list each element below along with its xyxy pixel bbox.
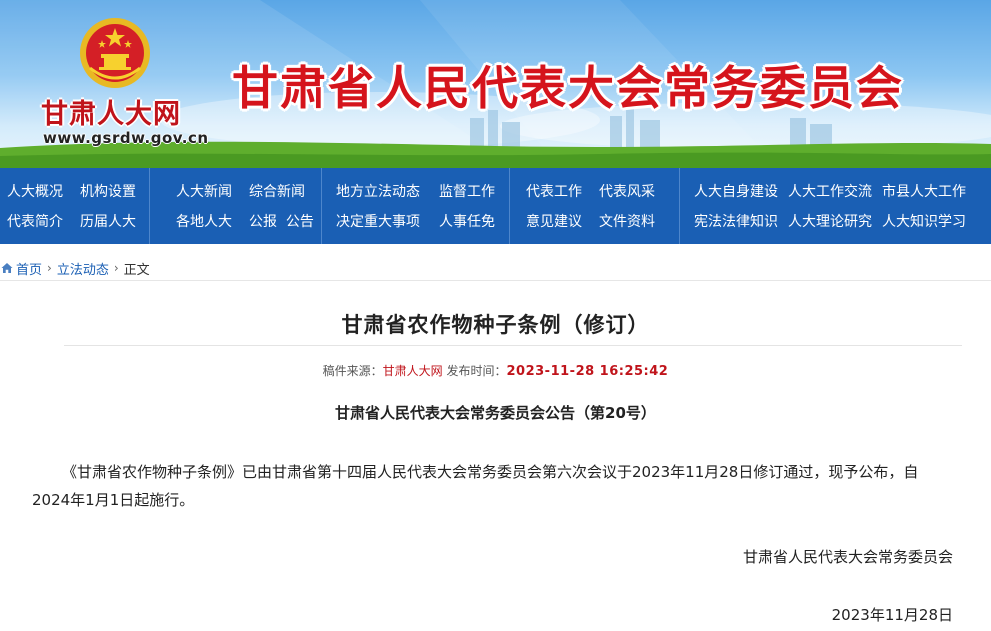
announcement-heading: 甘肃省人民代表大会常务委员会公告（第20号） — [335, 404, 656, 422]
chevron-right-icon: › — [47, 261, 52, 275]
article-body: 《甘肃省农作物种子条例》已由甘肃省第十四届人民代表大会常务委员会第六次会议于20… — [32, 463, 919, 509]
site-title: 甘肃省人民代表大会常务委员会 — [232, 61, 904, 115]
article-title: 甘肃省农作物种子条例（修订） — [341, 313, 650, 337]
nav-item-shixian-renda-gongzuo[interactable]: 市县人大工作 — [882, 181, 966, 201]
breadcrumb-home-link[interactable]: 首页 — [16, 259, 42, 278]
breadcrumb-section-link[interactable]: 立法动态 — [57, 259, 109, 278]
nav-item-zonghe-xinwen[interactable]: 综合新闻 — [249, 181, 305, 201]
nav-item-difang-lifa-dongtai[interactable]: 地方立法动态 — [336, 181, 420, 201]
nav-item-renda-zishen-jianshe[interactable]: 人大自身建设 — [694, 181, 778, 201]
breadcrumb-current: 正文 — [123, 262, 150, 278]
nav-item-lijie-renda[interactable]: 历届人大 — [80, 211, 136, 231]
site-logo-text[interactable]: 甘肃人大网 — [41, 92, 181, 131]
nav-group-2: 人大新闻 综合新闻 各地人大 公报 公告 — [150, 168, 322, 244]
national-emblem-icon — [80, 18, 150, 88]
nav-item-yijian-jianyi[interactable]: 意见建议 — [526, 211, 582, 231]
time-label: 发布时间： — [442, 364, 507, 378]
nav-item-gongbao-gonggao[interactable]: 公报 公告 — [249, 211, 314, 231]
home-icon — [1, 263, 13, 273]
breadcrumb: 首页 › 立法动态 › 正文 — [0, 256, 991, 281]
nav-item-xianfa-falv-zhishi[interactable]: 宪法法律知识 — [694, 211, 778, 231]
nav-item-jueding-zhongda-shixiang[interactable]: 决定重大事项 — [336, 211, 420, 231]
nav-item-renda-zhishi-xuexi[interactable]: 人大知识学习 — [882, 211, 966, 231]
title-divider — [64, 345, 962, 346]
source-label: 稿件来源： — [322, 364, 383, 378]
source-link[interactable]: 甘肃人大网 — [383, 364, 443, 378]
nav-group-3: 地方立法动态 监督工作 决定重大事项 人事任免 — [322, 168, 510, 244]
nav-item-daibiao-gongzuo[interactable]: 代表工作 — [526, 181, 582, 201]
nav-item-jiandu-gongzuo[interactable]: 监督工作 — [439, 181, 495, 201]
nav-item-daibiao-fengcai[interactable]: 代表风采 — [599, 181, 655, 201]
nav-item-renda-gongzuo-jiaoliu[interactable]: 人大工作交流 — [788, 181, 872, 201]
publish-time: 2023-11-28 16:25:42 — [506, 364, 669, 379]
nav-group-5: 人大自身建设 人大工作交流 市县人大工作 宪法法律知识 人大理论研究 人大知识学… — [680, 168, 991, 244]
site-url: www.gsrdw.gov.cn — [43, 129, 209, 147]
nav-item-jigou-shezhi[interactable]: 机构设置 — [80, 181, 136, 201]
signature-date: 2023年11月28日 — [831, 606, 953, 624]
main-nav: 人大概况 机构设置 代表简介 历届人大 人大新闻 综合新闻 各地人大 公报 公告… — [0, 168, 991, 244]
nav-item-renda-lilun-yanjiu[interactable]: 人大理论研究 — [788, 211, 872, 231]
nav-group-4: 代表工作 代表风采 意见建议 文件资料 — [510, 168, 680, 244]
nav-item-wenjian-ziliao[interactable]: 文件资料 — [599, 211, 655, 231]
nav-item-daibiao-jianjie[interactable]: 代表简介 — [7, 211, 63, 231]
article-meta: 稿件来源：甘肃人大网 发布时间：2023-11-28 16:25:42 — [0, 362, 991, 379]
chevron-right-icon: › — [113, 261, 119, 275]
nav-item-renshi-renmian[interactable]: 人事任免 — [439, 211, 495, 231]
nav-item-gedi-renda[interactable]: 各地人大 — [176, 211, 232, 231]
header-banner: 甘肃人大网 www.gsrdw.gov.cn 甘肃省人民代表大会常务委员会 — [0, 0, 991, 168]
nav-item-renda-gaikuang[interactable]: 人大概况 — [7, 181, 63, 201]
nav-item-renda-xinwen[interactable]: 人大新闻 — [176, 181, 232, 201]
nav-group-1: 人大概况 机构设置 代表简介 历届人大 — [0, 168, 150, 244]
signature-organization: 甘肃省人民代表大会常务委员会 — [742, 548, 953, 566]
